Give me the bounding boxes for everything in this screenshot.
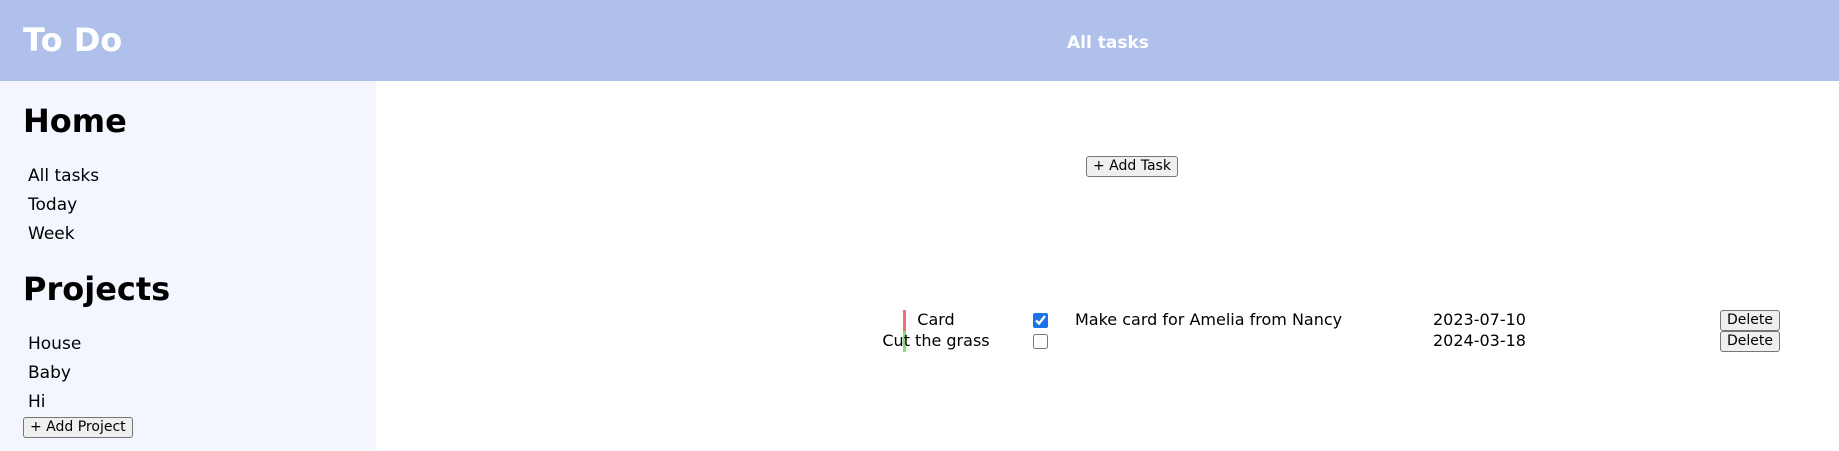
task-title: Card: [917, 310, 955, 329]
task-title: Cut the grass: [882, 331, 990, 350]
app-header: To Do All tasks: [0, 0, 1839, 81]
task-due-date: 2024-03-18: [1433, 331, 1526, 350]
home-heading: Home: [23, 102, 127, 140]
app-title: To Do: [23, 21, 123, 59]
projects-heading: Projects: [23, 270, 171, 308]
task-description: Make card for Amelia from Nancy: [1075, 310, 1343, 329]
sidebar-item-week[interactable]: Week: [28, 224, 75, 244]
task-complete-checkbox[interactable]: [1033, 313, 1048, 328]
task-due-date: 2023-07-10: [1433, 310, 1526, 329]
view-title: All tasks: [1067, 33, 1149, 53]
add-task-button[interactable]: + Add Task: [1086, 156, 1178, 177]
sidebar-item-baby[interactable]: Baby: [28, 363, 71, 383]
priority-indicator: [903, 310, 906, 331]
sidebar-item-house[interactable]: House: [28, 334, 81, 354]
add-project-button[interactable]: + Add Project: [23, 417, 133, 438]
main-content: + Add Task Card Make card for Amelia fro…: [376, 81, 1839, 451]
sidebar: Home All tasks Today Week Projects House…: [0, 81, 376, 451]
sidebar-item-hi[interactable]: Hi: [28, 392, 46, 412]
sidebar-item-today[interactable]: Today: [28, 195, 77, 215]
delete-task-button[interactable]: Delete: [1720, 310, 1780, 331]
task-complete-checkbox[interactable]: [1033, 334, 1048, 349]
sidebar-item-all-tasks[interactable]: All tasks: [28, 166, 99, 186]
delete-task-button[interactable]: Delete: [1720, 331, 1780, 352]
